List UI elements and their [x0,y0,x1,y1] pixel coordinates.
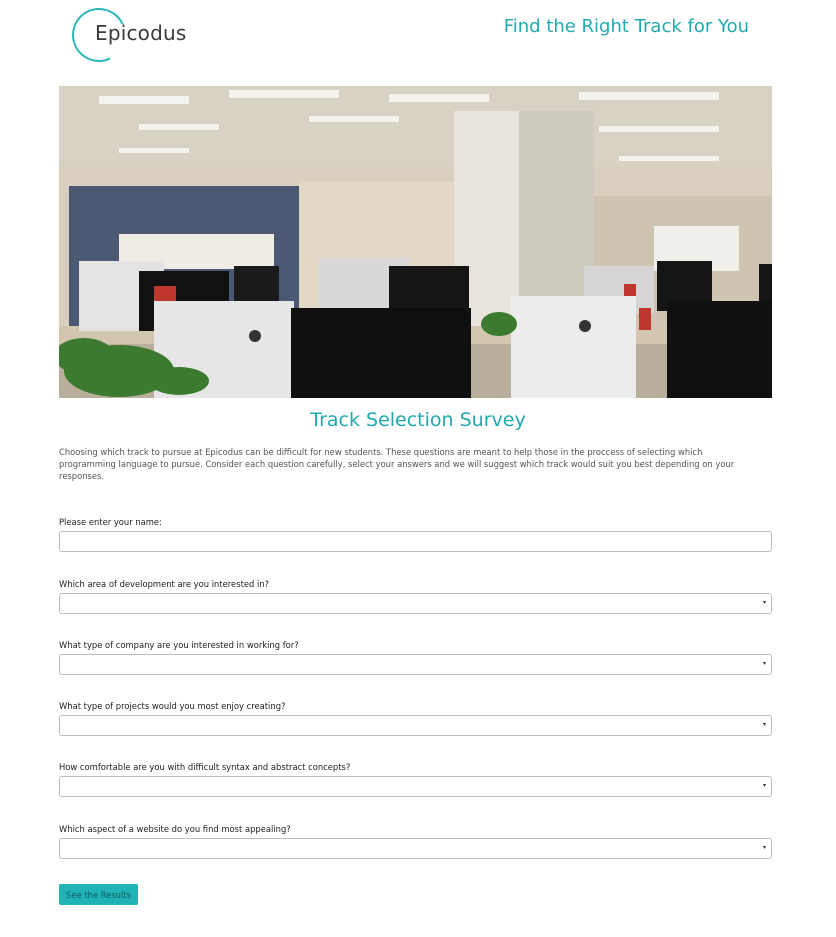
question-select-1[interactable]: ▾ [59,593,772,614]
question-label-1: Which area of development are you intere… [59,579,270,589]
epicodus-logo[interactable]: Epicodus [64,0,192,70]
page-tagline: Find the Right Track for You [503,16,749,37]
logo-text: Epicodus [95,21,187,45]
name-label: Please enter your name: [59,517,162,527]
survey-intro: Choosing which track to pursue at Epicod… [59,447,735,481]
dropdown-caret-icon: ▾ [762,783,766,789]
question-select-2[interactable]: ▾ [59,654,772,675]
question-label-2: What type of company are you interested … [59,640,299,650]
question-select-4[interactable]: ▾ [59,776,772,797]
name-field-wrap [59,531,772,552]
survey-title: Track Selection Survey [310,409,526,431]
site-header: Epicodus Find the Right Track for You [0,0,836,86]
see-results-button[interactable]: See the Results [59,884,138,905]
question-label-3: What type of projects would you most enj… [59,701,286,711]
question-select-5[interactable]: ▾ [59,838,772,859]
dropdown-caret-icon: ▾ [762,845,766,851]
question-select-3[interactable]: ▾ [59,715,772,736]
question-label-4: How comfortable are you with difficult s… [59,762,351,772]
name-input[interactable] [60,533,771,552]
hero-image [59,86,772,398]
dropdown-caret-icon: ▾ [762,600,766,606]
dropdown-caret-icon: ▾ [762,722,766,728]
question-label-5: Which aspect of a website do you find mo… [59,824,291,834]
dropdown-caret-icon: ▾ [762,661,766,667]
